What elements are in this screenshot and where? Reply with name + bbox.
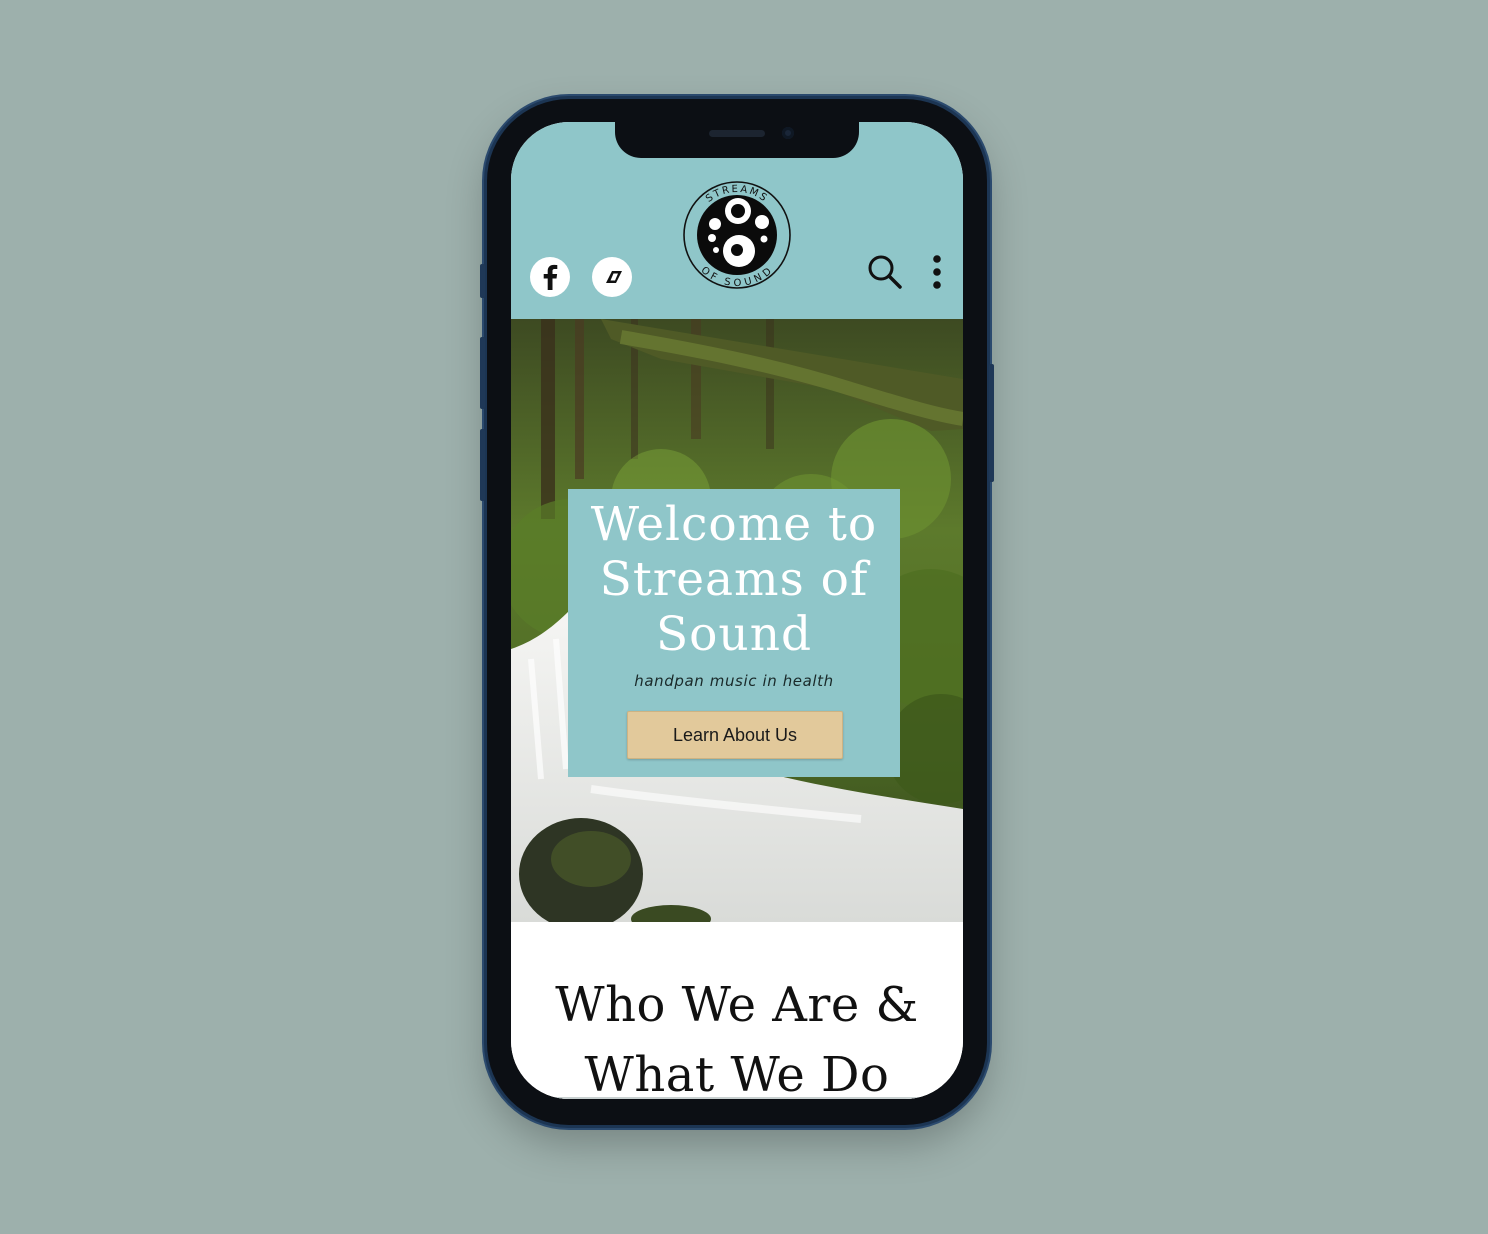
phone-screen: STREAMS OF SOUND Welcome to Streams of S… [511, 122, 963, 1099]
volume-down-button [480, 429, 485, 501]
bandcamp-link[interactable] [592, 257, 632, 297]
learn-about-us-button[interactable]: Learn About Us [627, 711, 843, 759]
about-section: Who We Are & What We Do [511, 922, 963, 1099]
facebook-link[interactable] [530, 257, 570, 297]
screen-bottom-edge [511, 1097, 963, 1099]
power-button [989, 364, 994, 482]
hero-section: Welcome to Streams of Sound handpan musi… [511, 319, 963, 922]
facebook-icon [543, 264, 558, 290]
mute-switch [480, 264, 485, 298]
bandcamp-icon [606, 271, 622, 283]
volume-up-button [480, 337, 485, 409]
phone-mockup: STREAMS OF SOUND Welcome to Streams of S… [480, 99, 994, 1125]
search-icon[interactable] [865, 252, 905, 292]
streams-of-sound-logo[interactable]: STREAMS OF SOUND [682, 180, 792, 290]
hero-subtitle: handpan music in health [634, 672, 834, 690]
about-heading: Who We Are & What We Do [555, 977, 919, 1099]
front-camera [782, 127, 794, 139]
kebab-menu-icon[interactable] [926, 254, 948, 292]
hero-welcome-card: Welcome to Streams of Sound handpan musi… [568, 489, 900, 777]
phone-notch [615, 122, 859, 158]
earpiece-speaker [709, 130, 765, 137]
hero-title: Welcome to Streams of Sound [590, 497, 878, 662]
